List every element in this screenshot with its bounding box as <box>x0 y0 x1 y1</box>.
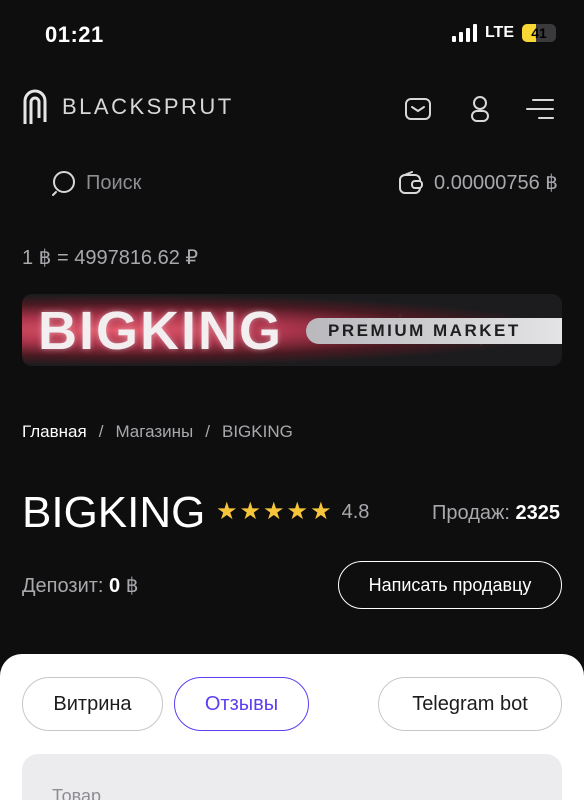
product-select[interactable]: Товар <box>22 754 562 800</box>
octopus-logo-icon <box>23 89 47 124</box>
tab-telegram-bot[interactable]: Telegram bot <box>378 677 562 731</box>
breadcrumb-current: BIGKING <box>221 422 293 441</box>
logo[interactable]: BLACKSPRUT <box>22 88 234 126</box>
banner-title: BIGKING <box>38 301 284 361</box>
tab-showcase[interactable]: Витрина <box>22 677 163 731</box>
star-icon: ★ <box>216 498 238 525</box>
logo-text: BLACKSPRUT <box>62 94 234 119</box>
wallet-icon <box>399 170 424 194</box>
breadcrumb: Главная / Магазины / BIGKING <box>22 422 293 442</box>
star-icon: ★ <box>286 498 309 525</box>
deposit-currency: ฿ <box>125 575 139 597</box>
exchange-rate: 1 ฿ = 4997816.62 ₽ <box>22 247 199 269</box>
search-icon <box>52 171 75 196</box>
deposit-label: Депозит: <box>22 575 104 597</box>
shop-banner: BIGKING PREMIUM MARKET <box>22 294 562 366</box>
status-time: 01:21 <box>45 22 104 47</box>
status-bar: 01:21 LTE 41 <box>0 0 584 70</box>
star-icon: ★ <box>239 498 262 525</box>
search-input[interactable]: Поиск <box>52 170 141 196</box>
deposit: Депозит: 0 ฿ <box>22 573 138 598</box>
deposit-value: 0 <box>109 575 121 597</box>
status-indicators: LTE 41 <box>451 24 556 42</box>
site-header: BLACKSPRUT <box>0 80 584 140</box>
banner-tagline: PREMIUM MARKET <box>306 318 562 344</box>
signal-icon <box>451 24 477 42</box>
page-title: BIGKING <box>22 488 206 537</box>
battery-icon: 41 <box>522 24 556 42</box>
star-icon: ★ <box>263 498 285 525</box>
breadcrumb-separator: / <box>205 422 210 441</box>
breadcrumb-home[interactable]: Главная <box>22 422 87 442</box>
rating-value: 4.8 <box>341 500 370 523</box>
wallet-balance[interactable]: 0.00000756 ฿ <box>398 170 558 195</box>
rating-stars: ★ ★ ★ ★ ★ 4.8 <box>216 500 369 524</box>
content-panel: Витрина Отзывы Telegram bot Товар <box>0 654 584 800</box>
star-icon: ★ <box>310 498 332 525</box>
sales-label: Продаж: <box>432 502 510 524</box>
mail-icon[interactable] <box>402 93 434 125</box>
product-label: Товар <box>52 786 101 800</box>
network-label: LTE <box>484 24 514 41</box>
user-icon[interactable] <box>464 93 496 125</box>
breadcrumb-shops[interactable]: Магазины <box>115 422 193 442</box>
wallet-amount: 0.00000756 ฿ <box>434 172 558 194</box>
search-placeholder: Поиск <box>86 171 142 194</box>
sales-count: Продаж: 2325 <box>432 502 560 525</box>
menu-icon[interactable] <box>524 93 556 125</box>
sales-value: 2325 <box>515 502 561 524</box>
contact-seller-button[interactable]: Написать продавцу <box>338 561 562 609</box>
tab-reviews[interactable]: Отзывы <box>174 677 309 731</box>
battery-label: 41 <box>531 25 547 41</box>
breadcrumb-separator: / <box>98 422 104 441</box>
